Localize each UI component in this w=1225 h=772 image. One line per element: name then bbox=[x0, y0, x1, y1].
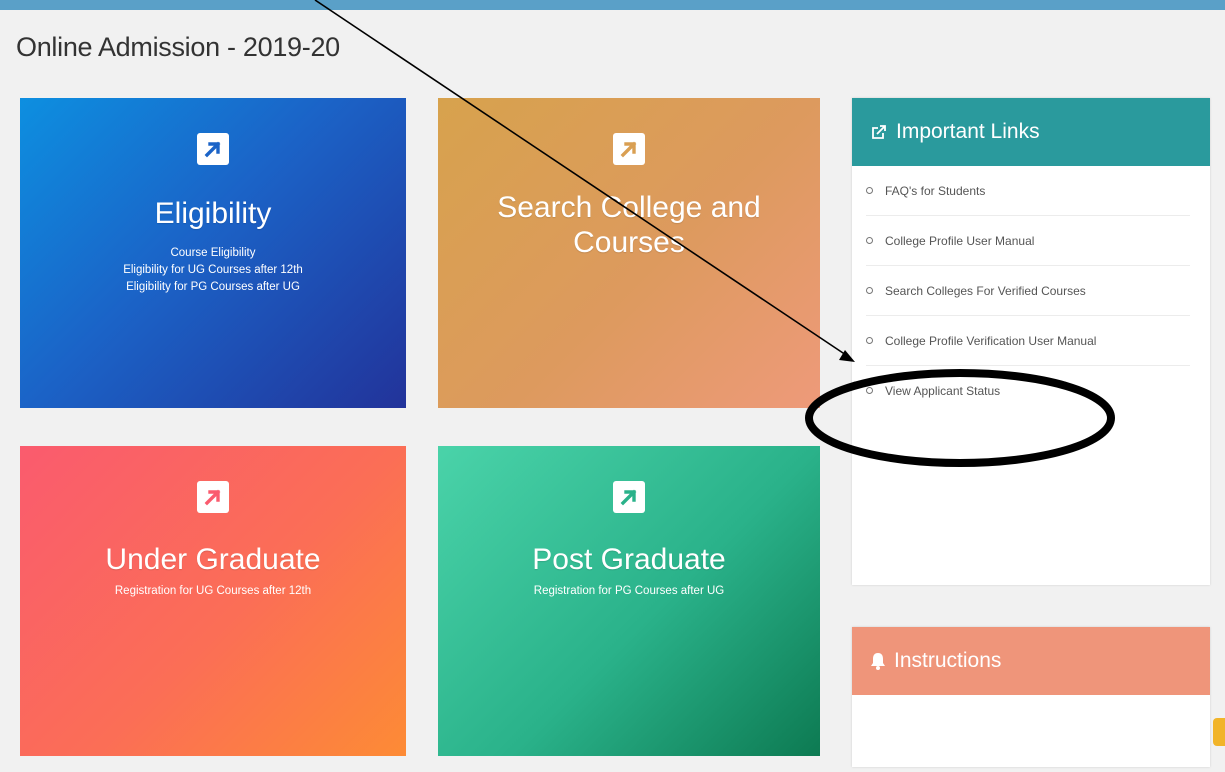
post-graduate-tile[interactable]: Post Graduate Registration for PG Course… bbox=[438, 446, 820, 756]
page-title: Online Admission - 2019-20 bbox=[16, 32, 340, 62]
tile-title: Under Graduate bbox=[105, 543, 321, 576]
tile-subtitle: Eligibility for UG Courses after 12th bbox=[123, 264, 303, 276]
tile-subtitle: Eligibility for PG Courses after UG bbox=[126, 281, 300, 293]
link-verification-manual[interactable]: College Profile Verification User Manual bbox=[866, 316, 1190, 366]
circle-bullet-icon bbox=[866, 187, 873, 194]
eligibility-tile[interactable]: Eligibility Course Eligibility Eligibili… bbox=[20, 98, 406, 408]
tile-subtitle: Course Eligibility bbox=[170, 247, 256, 259]
link-label: College Profile Verification User Manual bbox=[885, 333, 1097, 348]
bell-icon bbox=[870, 652, 886, 670]
link-college-profile-manual[interactable]: College Profile User Manual bbox=[866, 216, 1190, 266]
panel-title: Important Links bbox=[896, 120, 1040, 143]
link-faq[interactable]: FAQ's for Students bbox=[866, 166, 1190, 216]
instructions-panel: Instructions bbox=[852, 627, 1210, 767]
external-link-arrow-icon bbox=[613, 481, 645, 513]
circle-bullet-icon bbox=[866, 287, 873, 294]
circle-bullet-icon bbox=[866, 237, 873, 244]
link-view-applicant-status[interactable]: View Applicant Status bbox=[866, 366, 1190, 415]
search-college-tile[interactable]: Search College and Courses bbox=[438, 98, 820, 408]
panel-title: Instructions bbox=[894, 649, 1002, 672]
link-label: Search Colleges For Verified Courses bbox=[885, 283, 1086, 298]
links-list: FAQ's for Students College Profile User … bbox=[852, 166, 1210, 415]
link-label: FAQ's for Students bbox=[885, 183, 986, 198]
link-search-colleges[interactable]: Search Colleges For Verified Courses bbox=[866, 266, 1190, 316]
link-label: View Applicant Status bbox=[885, 383, 1001, 398]
instructions-header[interactable]: Instructions bbox=[852, 627, 1210, 695]
external-link-arrow-icon bbox=[197, 133, 229, 165]
circle-bullet-icon bbox=[866, 337, 873, 344]
link-label: College Profile User Manual bbox=[885, 233, 1035, 248]
tile-title: Eligibility bbox=[154, 197, 272, 230]
circle-bullet-icon bbox=[866, 387, 873, 394]
external-link-icon bbox=[870, 123, 888, 141]
tile-title: Post Graduate bbox=[532, 543, 726, 576]
tile-subtitle: Registration for PG Courses after UG bbox=[533, 585, 725, 597]
external-link-arrow-icon bbox=[613, 133, 645, 165]
under-graduate-tile[interactable]: Under Graduate Registration for UG Cours… bbox=[20, 446, 406, 756]
top-accent-bar bbox=[0, 0, 1225, 10]
tile-title: Search College and Courses bbox=[497, 191, 761, 259]
external-link-arrow-icon bbox=[197, 481, 229, 513]
important-links-panel: Important Links FAQ's for Students Colle… bbox=[852, 98, 1210, 585]
corner-widget-tab[interactable] bbox=[1213, 718, 1225, 746]
important-links-header: Important Links bbox=[852, 98, 1210, 166]
tile-subtitle: Registration for UG Courses after 12th bbox=[114, 585, 312, 597]
